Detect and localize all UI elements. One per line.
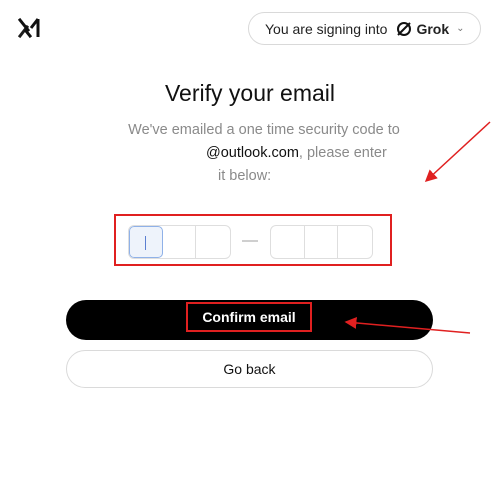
xai-logo-icon[interactable] <box>18 16 42 40</box>
code-separator <box>242 240 258 242</box>
code-input-highlight <box>114 214 392 266</box>
code-digit-6[interactable] <box>338 226 372 258</box>
go-back-button[interactable]: Go back <box>66 350 433 388</box>
code-group-first <box>128 225 231 259</box>
code-group-second <box>270 225 373 259</box>
signing-into-selector[interactable]: You are signing into Grok ⌄ <box>248 12 481 45</box>
arrow-to-code <box>424 121 491 183</box>
instruction-line-1: We've emailed a one time security code t… <box>128 122 400 138</box>
brand: Grok <box>395 20 449 38</box>
instructions: We've emailed a one time security code t… <box>94 119 434 188</box>
instruction-line-3: it below: <box>218 168 272 184</box>
chevron-down-icon: ⌄ <box>456 23 465 34</box>
page-title: Verify your email <box>164 80 335 106</box>
instruction-line-2: @outlook.com, please enter <box>94 142 434 165</box>
code-digit-5[interactable] <box>305 226 339 258</box>
code-digit-3[interactable] <box>196 226 230 258</box>
email-address: @outlook.com <box>206 145 299 161</box>
code-digit-1[interactable] <box>129 226 163 258</box>
confirm-email-label[interactable]: Confirm email <box>186 302 312 332</box>
code-digit-2[interactable] <box>163 226 197 258</box>
code-digit-4[interactable] <box>271 226 305 258</box>
brand-name: Grok <box>416 20 450 37</box>
signin-prefix-label: You are signing into <box>265 20 388 37</box>
instruction-line-2-rest: , please enter <box>298 145 387 161</box>
grok-logo-icon <box>397 21 412 36</box>
